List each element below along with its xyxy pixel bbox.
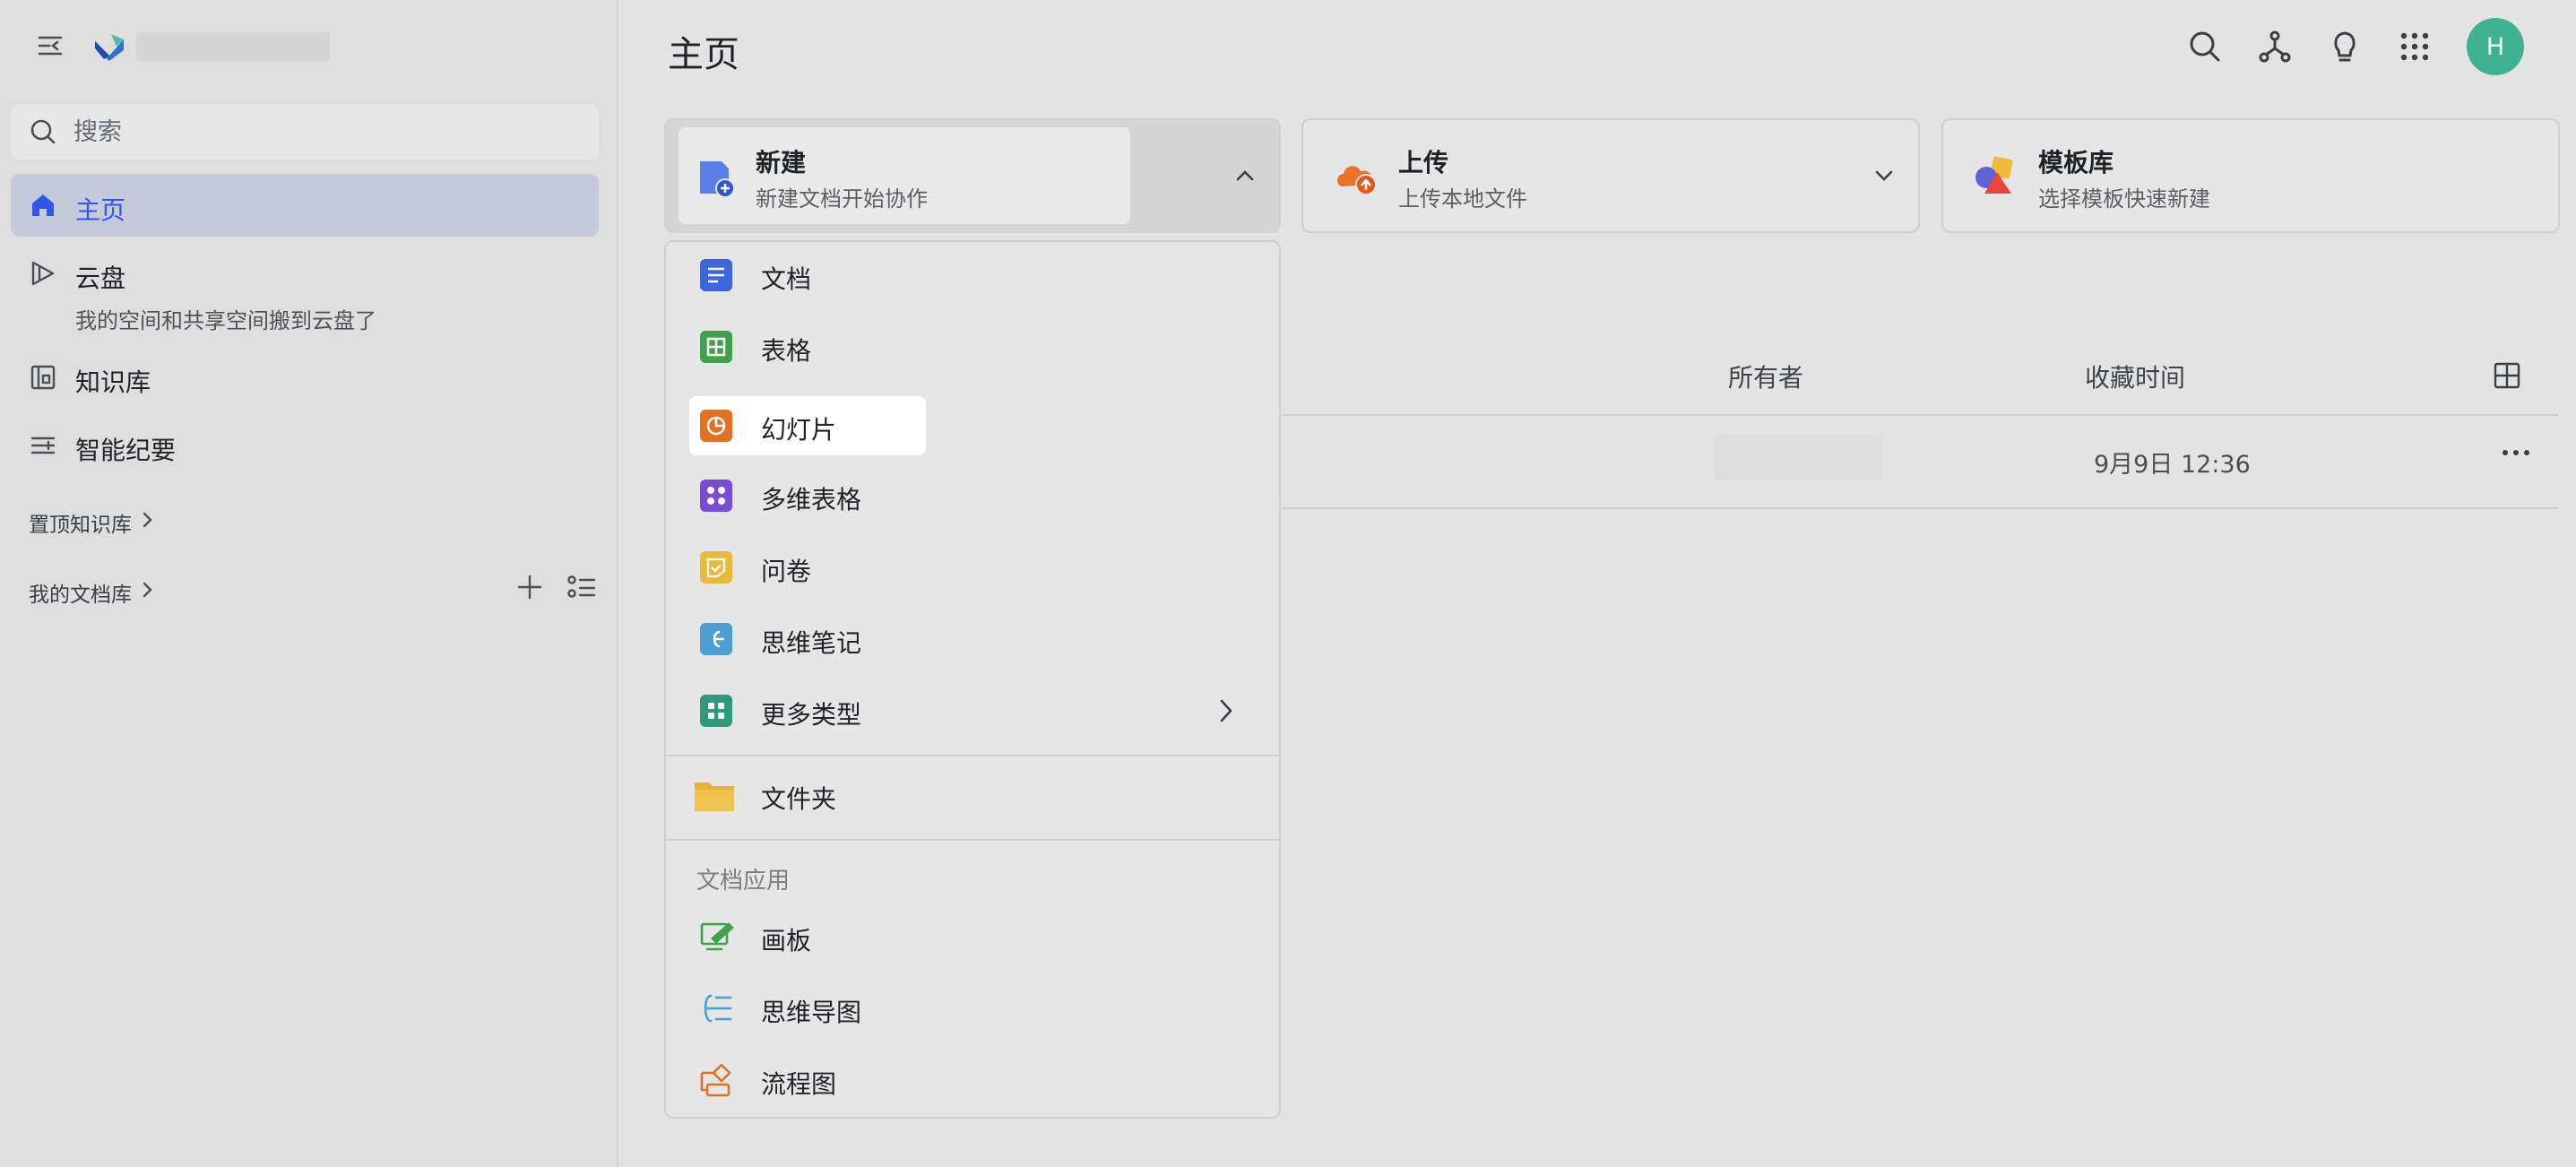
whiteboard-icon	[698, 919, 734, 955]
owner-cell	[1714, 436, 1882, 480]
menu-divider	[666, 755, 1279, 756]
slides-icon	[698, 408, 734, 444]
column-header-owner[interactable]: 所有者	[1728, 359, 1803, 394]
more-types-icon	[698, 693, 734, 729]
chevron-right-icon	[139, 581, 155, 604]
upload-cloud-icon	[1334, 156, 1379, 199]
survey-icon	[698, 549, 734, 585]
more-options-icon[interactable]	[2501, 445, 2531, 462]
sidebar: 主页 云盘 我的空间和共享空间搬到云盘了 知识库 智能纪要 置顶知识库 我的文档…	[0, 0, 618, 1167]
add-icon[interactable]	[516, 574, 543, 604]
apps-grid-icon[interactable]	[2397, 29, 2433, 65]
card-title: 新建	[756, 148, 807, 177]
menu-item-label: 幻灯片	[761, 415, 837, 445]
menu-item-folder[interactable]: 文件夹	[689, 765, 1258, 825]
doc-icon	[698, 257, 734, 293]
mindmap-icon	[698, 990, 734, 1026]
pinned-knowledge-base-section[interactable]: 置顶知识库	[29, 507, 155, 538]
top-actions: H	[2187, 18, 2524, 75]
app-logo-icon	[91, 29, 127, 68]
avatar[interactable]: H	[2467, 18, 2524, 75]
new-dropdown-menu: 文档 表格 幻灯片 多维表格 问卷 思维笔记 更多类型 文件夹 文档应用 画板 …	[664, 240, 1281, 1119]
card-title: 模板库	[2038, 148, 2114, 177]
my-library-actions	[516, 574, 597, 604]
search-icon[interactable]	[2187, 29, 2223, 65]
sidebar-item-label: 云盘	[75, 264, 126, 293]
chevron-up-icon[interactable]	[1234, 165, 1256, 190]
sidebar-search[interactable]	[11, 104, 599, 160]
chevron-down-icon[interactable]	[1873, 165, 1895, 190]
menu-item-label: 流程图	[761, 1069, 837, 1099]
collapse-sidebar-icon[interactable]	[36, 30, 66, 65]
home-icon	[29, 191, 57, 223]
menu-item-slides[interactable]: 幻灯片	[689, 396, 926, 455]
flowchart-icon	[698, 1062, 734, 1098]
template-library-icon	[1974, 156, 2017, 201]
menu-item-label: 画板	[761, 926, 812, 955]
favorited-time-cell: 9月9日 12:36	[2094, 451, 2251, 479]
connections-icon[interactable]	[2257, 29, 2293, 65]
list-manage-icon[interactable]	[566, 574, 597, 604]
table-divider	[1282, 414, 2559, 416]
menu-item-whiteboard[interactable]: 画板	[689, 907, 1258, 966]
menu-item-label: 思维笔记	[761, 628, 862, 658]
sheet-icon	[698, 329, 734, 365]
card-subtitle: 选择模板快速新建	[2038, 186, 2210, 212]
cloud-drive-hint: 我的空间和共享空间搬到云盘了	[75, 308, 376, 333]
page-title: 主页	[668, 34, 739, 75]
folder-icon	[693, 777, 736, 813]
menu-item-label: 更多类型	[761, 700, 862, 730]
menu-item-bitable[interactable]: 多维表格	[689, 466, 1258, 525]
card-subtitle: 新建文档开始协作	[756, 186, 928, 212]
upload-card[interactable]: 上传 上传本地文件	[1301, 118, 1920, 233]
column-header-favorited-time[interactable]: 收藏时间	[2085, 359, 2185, 394]
search-input[interactable]	[73, 104, 575, 160]
sidebar-item-cloud-drive[interactable]: 云盘	[11, 242, 599, 305]
menu-item-flowchart[interactable]: 流程图	[689, 1050, 1258, 1110]
smart-minutes-icon	[29, 431, 57, 463]
menu-item-doc[interactable]: 文档	[689, 246, 1258, 305]
menu-item-mindnote[interactable]: 思维笔记	[689, 609, 1258, 669]
menu-item-label: 问卷	[761, 557, 812, 586]
workspace-name	[136, 32, 330, 61]
menu-item-mindmap[interactable]: 思维导图	[689, 979, 1258, 1038]
mindnote-icon	[698, 621, 734, 657]
menu-divider	[666, 839, 1279, 841]
menu-section-title: 文档应用	[696, 868, 791, 895]
sidebar-item-label: 主页	[75, 195, 126, 225]
section-label: 我的文档库	[29, 584, 132, 607]
sidebar-header	[36, 27, 592, 66]
sidebar-item-smart-minutes[interactable]: 智能纪要	[11, 414, 599, 477]
template-library-card[interactable]: 模板库 选择模板快速新建	[1941, 118, 2560, 233]
knowledge-base-icon	[29, 363, 57, 395]
table-divider	[1282, 507, 2559, 509]
menu-item-sheet[interactable]: 表格	[689, 317, 1258, 376]
bitable-icon	[698, 478, 734, 514]
sidebar-item-label: 智能纪要	[75, 436, 177, 465]
search-icon	[29, 117, 57, 150]
menu-item-survey[interactable]: 问卷	[689, 538, 1258, 597]
menu-item-label: 多维表格	[761, 485, 862, 514]
chevron-right-icon	[1216, 696, 1236, 730]
sidebar-item-home[interactable]: 主页	[11, 174, 599, 237]
sidebar-item-knowledge-base[interactable]: 知识库	[11, 346, 599, 409]
new-card-main[interactable]: 新建 新建文档开始协作	[679, 127, 1130, 224]
new-card[interactable]: 新建 新建文档开始协作	[664, 118, 1281, 233]
menu-item-label: 文件夹	[761, 784, 837, 814]
lightbulb-icon[interactable]	[2327, 29, 2363, 65]
sidebar-item-label: 知识库	[75, 367, 151, 397]
card-subtitle: 上传本地文件	[1398, 186, 1527, 212]
cloud-drive-icon	[29, 259, 57, 291]
menu-item-more-types[interactable]: 更多类型	[689, 681, 1258, 740]
new-doc-icon	[696, 158, 738, 203]
menu-item-label: 思维导图	[761, 998, 862, 1027]
grid-view-icon[interactable]	[2494, 362, 2520, 393]
menu-item-label: 表格	[761, 336, 812, 366]
menu-item-label: 文档	[761, 264, 812, 294]
my-library-section[interactable]: 我的文档库	[29, 577, 155, 608]
card-title: 上传	[1398, 148, 1449, 177]
chevron-right-icon	[139, 511, 155, 534]
section-label: 置顶知识库	[29, 514, 132, 537]
